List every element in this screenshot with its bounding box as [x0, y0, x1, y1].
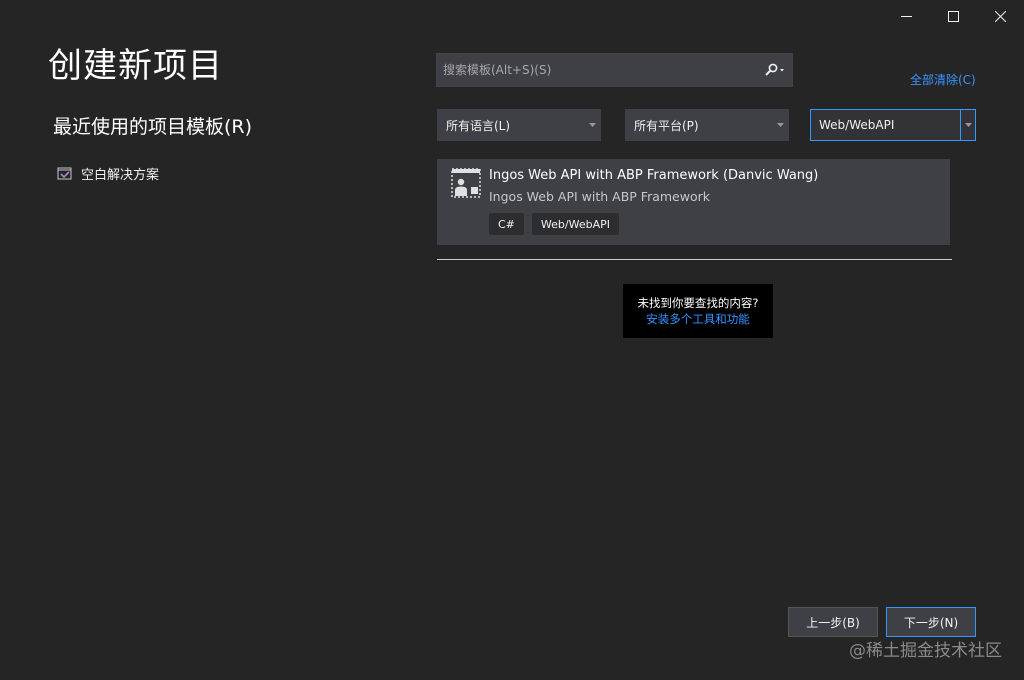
template-search-box [436, 53, 793, 87]
recent-template-item[interactable]: 空白解决方案 [57, 164, 159, 183]
clear-all-link[interactable]: 全部清除(C) [910, 71, 976, 88]
back-button[interactable]: 上一步(B) [788, 607, 878, 637]
chevron-down-icon [772, 123, 788, 127]
minimize-icon [901, 15, 912, 17]
window-controls [883, 0, 1024, 32]
minimize-button[interactable] [883, 0, 930, 32]
search-icon [765, 63, 784, 76]
close-icon [995, 10, 1006, 22]
watermark: @稀土掘金技术社区 [849, 641, 1002, 661]
install-tools-link[interactable]: 安装多个工具和功能 [623, 311, 773, 327]
template-title: Ingos Web API with ABP Framework (Danvic… [489, 168, 819, 183]
recent-template-label: 空白解决方案 [81, 168, 160, 183]
maximize-button[interactable] [930, 0, 977, 32]
project-type-filter-dropdown[interactable]: Web/WebAPI [810, 109, 976, 141]
search-input[interactable] [437, 54, 758, 86]
web-api-template-icon [451, 168, 481, 198]
chevron-down-icon [584, 123, 600, 127]
not-found-panel: 未找到你要查找的内容? 安装多个工具和功能 [623, 284, 773, 338]
tag-language: C# [489, 213, 524, 235]
template-description: Ingos Web API with ABP Framework [489, 189, 710, 204]
page-title: 创建新项目 [48, 46, 223, 86]
chevron-down-icon [960, 110, 975, 140]
close-button[interactable] [977, 0, 1024, 32]
platform-filter-dropdown[interactable]: 所有平台(P) [625, 109, 789, 141]
template-tags: C# Web/WebAPI [489, 213, 619, 235]
maximize-icon [948, 10, 959, 22]
template-list-item[interactable]: Ingos Web API with ABP Framework (Danvic… [437, 159, 950, 245]
search-button[interactable] [758, 54, 792, 86]
language-filter-value: 所有语言(L) [446, 118, 511, 133]
next-button[interactable]: 下一步(N) [886, 607, 976, 637]
language-filter-dropdown[interactable]: 所有语言(L) [437, 109, 601, 141]
project-type-filter-value: Web/WebAPI [819, 118, 895, 132]
recent-templates-heading: 最近使用的项目模板(R) [53, 116, 253, 138]
list-divider [437, 259, 952, 260]
platform-filter-value: 所有平台(P) [634, 118, 699, 133]
tag-project-type: Web/WebAPI [531, 213, 619, 235]
blank-solution-icon [57, 167, 72, 179]
not-found-question: 未找到你要查找的内容? [637, 296, 759, 310]
